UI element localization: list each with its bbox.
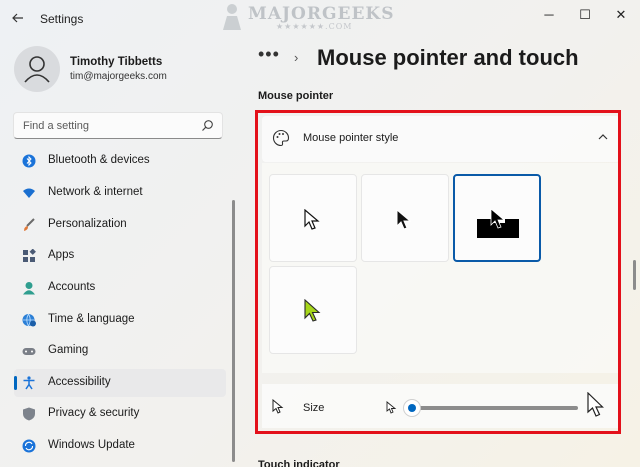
profile-name: Timothy Tibbetts [70, 56, 163, 68]
globe-clock-icon [22, 313, 36, 327]
sidebar-item-label: Gaming [48, 344, 89, 356]
sidebar-item-label: Time & language [48, 313, 135, 325]
sidebar-item-label: Accounts [48, 281, 96, 293]
bluetooth-icon [22, 154, 36, 168]
sidebar-item-label: Accessibility [48, 376, 111, 388]
profile-email: tim@majorgeeks.com [70, 71, 167, 82]
sidebar-item-label: Apps [48, 249, 75, 261]
title-bar: Settings MAJORGEEKS ★★★★★★.COM ─ ☐ ✕ [0, 0, 640, 36]
accessibility-icon [23, 376, 35, 390]
sidebar-item-network[interactable]: Network & internet [14, 179, 226, 207]
page-title: Mouse pointer and touch [317, 45, 579, 70]
sidebar-item-personalization[interactable]: Personalization [14, 211, 226, 239]
wifi-icon [23, 188, 35, 198]
main-scrollbar[interactable] [633, 260, 636, 290]
sidebar-item-label: Bluetooth & devices [48, 154, 150, 166]
section-heading: Mouse pointer [258, 90, 334, 102]
sidebar-item-privacy[interactable]: Privacy & security [14, 400, 226, 428]
close-button[interactable]: ✕ [608, 5, 634, 25]
app-title: Settings [40, 12, 84, 26]
person-avatar-icon [24, 56, 50, 83]
back-arrow-icon[interactable] [10, 10, 26, 26]
avatar[interactable] [14, 46, 60, 92]
sidebar-item-windows-update[interactable]: Windows Update [14, 432, 226, 460]
sidebar-item-label: Privacy & security [48, 407, 140, 419]
maximize-button[interactable]: ☐ [572, 5, 598, 25]
brush-icon [24, 218, 35, 231]
sidebar-item-accounts[interactable]: Accounts [14, 274, 226, 302]
sidebar-item-label: Personalization [48, 218, 127, 230]
update-icon [22, 439, 36, 453]
sidebar-scrollbar[interactable] [232, 200, 235, 462]
sidebar-item-apps[interactable]: Apps [14, 242, 226, 270]
search-input[interactable]: Find a setting [13, 112, 223, 139]
search-icon[interactable] [201, 119, 214, 132]
person-icon [23, 282, 35, 295]
annotation-highlight-box [255, 110, 621, 434]
gamepad-icon [22, 348, 36, 355]
majorgeeks-logo: MAJORGEEKS ★★★★★★.COM [218, 0, 393, 34]
sidebar-item-gaming[interactable]: Gaming [14, 337, 226, 365]
logo-subtext: ★★★★★★.COM [276, 22, 353, 31]
sidebar-item-time-language[interactable]: Time & language [14, 306, 226, 334]
breadcrumb-separator: › [294, 50, 299, 65]
next-section-heading: Touch indicator [258, 459, 340, 467]
sidebar-item-label: Windows Update [48, 439, 135, 451]
shield-icon [23, 407, 35, 421]
sidebar-item-accessibility[interactable]: Accessibility [14, 369, 226, 397]
minimize-button[interactable]: ─ [536, 5, 562, 25]
sidebar-item-label: Network & internet [48, 186, 143, 198]
breadcrumb-overflow-button[interactable]: ••• [258, 44, 280, 65]
active-indicator [14, 376, 17, 390]
sidebar-item-bluetooth[interactable]: Bluetooth & devices [14, 147, 226, 175]
apps-icon [23, 249, 36, 262]
logo-text: MAJORGEEKS [248, 4, 395, 24]
search-placeholder: Find a setting [23, 120, 90, 132]
logo-figure-icon [223, 4, 241, 30]
